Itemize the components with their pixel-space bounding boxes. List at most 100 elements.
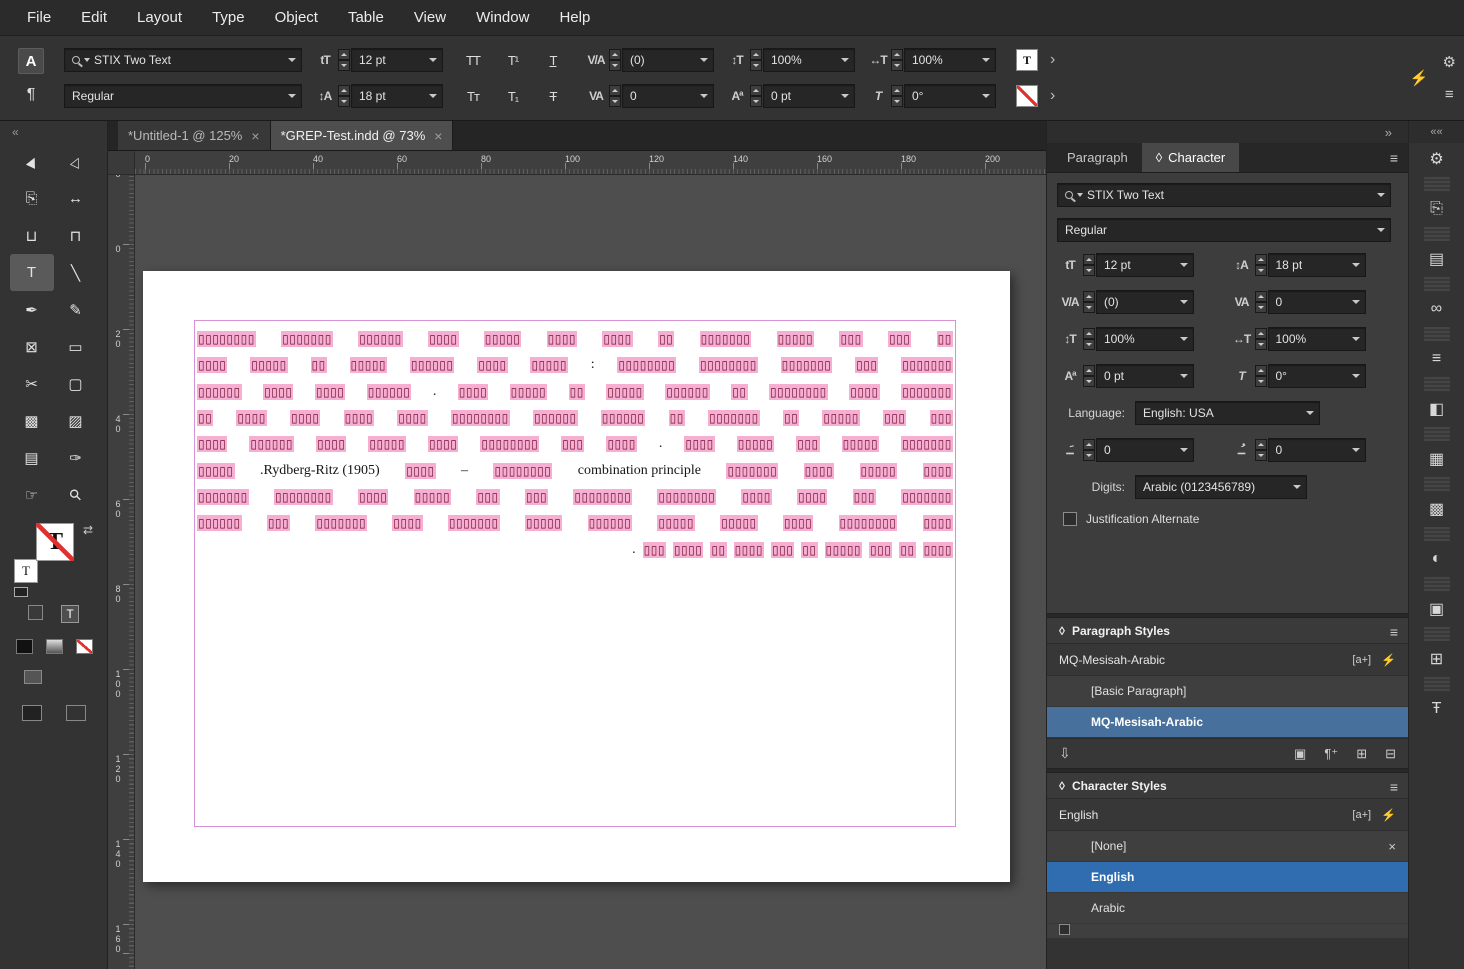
tracking-stepper[interactable]	[609, 85, 621, 107]
scissors-tool[interactable]: ✂	[10, 365, 54, 402]
new-style-group-icon[interactable]: ▣	[1294, 746, 1306, 762]
stroke-panel-icon[interactable]: ≡	[1417, 343, 1457, 375]
stepper-down-icon[interactable]	[1083, 450, 1095, 461]
apply-none-button[interactable]	[76, 639, 93, 654]
line-tool[interactable]: ╲	[54, 254, 98, 291]
size-stepper[interactable]	[338, 49, 350, 71]
clear-overrides-icon[interactable]: ¶⁺	[1324, 746, 1338, 762]
diacritics-stepper[interactable]	[1254, 439, 1267, 461]
strikethrough-button[interactable]: T	[535, 84, 571, 108]
stepper-up-icon[interactable]	[609, 49, 621, 60]
character-style-none[interactable]: [None] ×	[1047, 831, 1408, 862]
menu-help[interactable]: Help	[544, 9, 605, 26]
stepper-down-icon[interactable]	[609, 96, 621, 107]
baseline-stepper[interactable]	[750, 85, 762, 107]
font-family-dropdown[interactable]: STIX Two Text	[1057, 183, 1391, 207]
kashida-dropdown[interactable]: 0	[1096, 438, 1194, 462]
leading-stepper[interactable]	[338, 85, 350, 107]
leading-dropdown[interactable]: 18 pt	[351, 84, 443, 108]
stepper-up-icon[interactable]	[338, 49, 350, 60]
stepper-up-icon[interactable]	[1254, 254, 1267, 265]
applied-character-style[interactable]: English [a+] ⚡	[1047, 799, 1408, 831]
menu-edit[interactable]: Edit	[66, 9, 122, 26]
swap-fill-stroke-icon[interactable]: ⇄	[83, 523, 93, 537]
stepper-up-icon[interactable]	[1083, 439, 1095, 450]
baseline-dropdown[interactable]: 0 pt	[1096, 364, 1194, 388]
stepper-down-icon[interactable]	[338, 60, 350, 71]
stepper-up-icon[interactable]	[1254, 328, 1267, 339]
close-icon[interactable]: ×	[251, 128, 259, 144]
hscale-stepper[interactable]	[1254, 328, 1267, 350]
underline-button[interactable]: T	[535, 48, 571, 72]
page-tool[interactable]: ⎘	[10, 180, 54, 217]
hscale-dropdown[interactable]: 100%	[1267, 327, 1366, 351]
stepper-down-icon[interactable]	[1083, 302, 1095, 313]
kerning-stepper[interactable]	[609, 49, 621, 71]
stepper-up-icon[interactable]	[1254, 439, 1267, 450]
document-tab[interactable]: *GREP-Test.indd @ 73% ×	[270, 121, 454, 150]
character-style-english[interactable]: English	[1047, 862, 1408, 893]
stepper-down-icon[interactable]	[609, 60, 621, 71]
close-icon[interactable]: ×	[434, 128, 442, 144]
stepper-down-icon[interactable]	[1083, 339, 1095, 350]
content-placer-tool[interactable]: ⊓	[54, 217, 98, 254]
panel-menu-icon[interactable]: ≡	[1390, 779, 1398, 795]
content-collector-tool[interactable]: ⊔	[10, 217, 54, 254]
selection-tool[interactable]: ▶	[10, 143, 54, 180]
small-caps-button[interactable]: Tᴛ	[455, 84, 491, 108]
preview-view-button[interactable]	[66, 705, 86, 721]
vscale-stepper[interactable]	[1083, 328, 1095, 350]
stepper-down-icon[interactable]	[1254, 302, 1267, 313]
quick-apply-icon[interactable]: ⚡	[1410, 69, 1429, 87]
fill-proxy[interactable]: T	[36, 523, 74, 561]
delete-style-icon[interactable]: ⊟	[1385, 746, 1396, 762]
paragraph-style-mq-mesisah-arabic[interactable]: MQ-Mesisah-Arabic	[1047, 707, 1408, 738]
dock-expand-icon[interactable]: ««	[1409, 121, 1464, 143]
menu-window[interactable]: Window	[461, 9, 544, 26]
pages-panel-icon[interactable]: ⎘	[1417, 193, 1457, 225]
tracking-stepper[interactable]	[1254, 291, 1267, 313]
stroke-proxy[interactable]: T	[14, 559, 38, 583]
free-transform-tool[interactable]: ▢	[54, 365, 98, 402]
kerning-dropdown[interactable]: (0)	[1096, 290, 1194, 314]
apply-gradient-button[interactable]	[46, 639, 63, 654]
note-tool[interactable]: ▤	[10, 439, 54, 476]
stepper-up-icon[interactable]	[1083, 328, 1095, 339]
layers-panel-icon[interactable]: ▤	[1417, 243, 1457, 275]
language-dropdown[interactable]: English: USA	[1135, 401, 1320, 425]
digits-dropdown[interactable]: Arabic (0123456789)	[1135, 475, 1307, 499]
superscript-button[interactable]: T¹	[495, 48, 531, 72]
type-tool[interactable]: T	[9, 254, 54, 291]
font-family-dropdown[interactable]: STIX Two Text	[64, 48, 302, 72]
view-options-button[interactable]	[24, 670, 42, 684]
tab-paragraph[interactable]: Paragraph	[1053, 143, 1142, 172]
rectangle-tool[interactable]: ▭	[54, 328, 98, 365]
stepper-up-icon[interactable]	[338, 85, 350, 96]
links-panel-icon[interactable]: ∞	[1417, 293, 1457, 325]
pasteboard[interactable]: 2 002 04 06 08 01 0 01 2 01 4 01 6 0 ▯▯▯…	[108, 175, 1046, 969]
gap-tool[interactable]: ↔	[54, 180, 98, 217]
menu-layout[interactable]: Layout	[122, 9, 197, 26]
effects-panel-icon[interactable]: ◐	[1417, 543, 1457, 575]
menu-file[interactable]: File	[12, 9, 66, 26]
paragraph-style-basic-paragraph[interactable]: [Basic Paragraph]	[1047, 676, 1408, 707]
toolbar-collapse-icon[interactable]: «	[0, 121, 107, 143]
horizontal-ruler[interactable]: 0 20 40 60 80 100 120 140 160 180 200	[108, 151, 1046, 175]
subscript-button[interactable]: T₁	[495, 84, 531, 108]
panel-menu-icon[interactable]: ≡	[1390, 150, 1398, 166]
vscale-dropdown[interactable]: 100%	[763, 48, 855, 72]
stepper-up-icon[interactable]	[609, 85, 621, 96]
character-style-arabic[interactable]: Arabic	[1047, 893, 1408, 924]
kashida-stepper[interactable]	[1083, 439, 1095, 461]
kerning-stepper[interactable]	[1083, 291, 1095, 313]
paragraph-styles-header[interactable]: ◊ Paragraph Styles ≡	[1047, 618, 1408, 644]
expand-arrow-icon[interactable]: ›	[1050, 87, 1055, 105]
menu-type[interactable]: Type	[197, 9, 260, 26]
eyedropper-tool[interactable]: ✑	[54, 439, 98, 476]
text-frame[interactable]: ▯▯▯▯▯▯▯▯ ▯▯▯▯▯▯▯ ▯▯▯▯▯▯ ▯▯▯▯ ▯▯▯▯▯ ▯▯▯▯ ▯▯▯▯ ▯▯…	[194, 320, 956, 827]
size-dropdown[interactable]: 12 pt	[1096, 253, 1194, 277]
pencil-tool[interactable]: ✎	[54, 291, 98, 328]
character-color-swatch[interactable]: T	[1016, 49, 1038, 71]
character-formatting-button[interactable]: A	[18, 48, 44, 74]
panel-menu-icon[interactable]: ≡	[1390, 624, 1398, 640]
